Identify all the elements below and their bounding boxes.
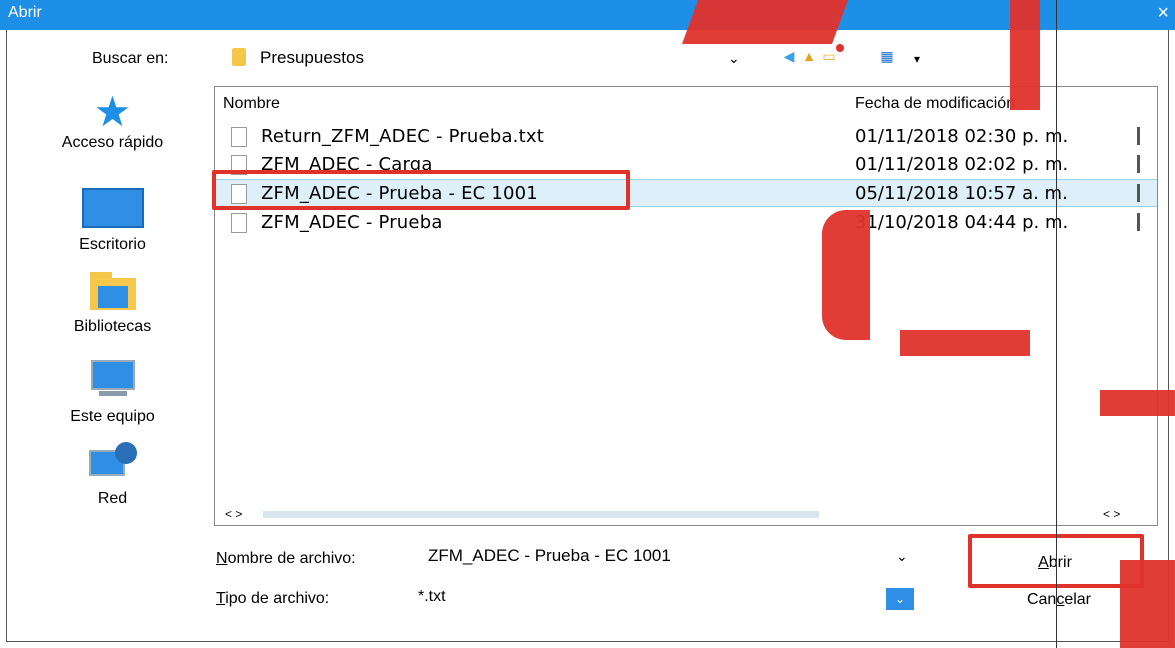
chevron-down-icon[interactable]: ⌄ (728, 50, 740, 67)
title-bar: Abrir × (0, 0, 1175, 30)
place-libraries[interactable]: Bibliotecas (30, 272, 195, 336)
view-menu-arrow-icon[interactable]: ▾ (914, 52, 920, 66)
file-date: 01/11/2018 02:02 p. m. (855, 154, 1069, 175)
lookin-label: Buscar en: (92, 50, 169, 67)
file-date: 05/11/2018 10:57 a. m. (855, 183, 1068, 204)
file-list[interactable]: Nombre Fecha de modificación Return_ZFM_… (214, 86, 1158, 526)
place-network[interactable]: Red (30, 442, 195, 508)
watermark-stroke (900, 330, 1030, 356)
file-icon (231, 127, 247, 147)
libraries-icon (89, 272, 136, 310)
column-header-date[interactable]: Fecha de modificación (855, 95, 1015, 113)
place-label: Bibliotecas (73, 318, 152, 335)
file-name: ZFM_ADEC - Prueba (261, 212, 443, 233)
place-label: Este equipo (70, 408, 155, 425)
file-icon (231, 213, 247, 233)
computer-icon (90, 360, 135, 396)
filetype-dropdown-icon[interactable]: ⌄ (886, 588, 914, 610)
chevron-down-icon[interactable]: ⌄ (896, 548, 908, 565)
table-row[interactable]: ZFM_ADEC - Prueba 31/10/2018 04:44 p. m. (215, 209, 1157, 237)
scroll-thumb[interactable] (263, 511, 819, 518)
window-title: Abrir (8, 4, 42, 21)
desktop-icon (81, 188, 144, 228)
column-cut-marker (1137, 213, 1140, 231)
filetype-select[interactable]: *.txt (418, 588, 446, 606)
place-label: Acceso rápido (61, 134, 164, 151)
star-icon: ★ (93, 88, 132, 135)
column-cut-marker (1137, 155, 1140, 173)
watermark-stroke (822, 210, 870, 340)
place-quick-access[interactable]: ★ Acceso rápido (30, 90, 195, 152)
close-icon[interactable]: × (1157, 2, 1169, 24)
place-desktop[interactable]: Escritorio (30, 188, 195, 254)
file-date: 31/10/2018 04:44 p. m. (855, 212, 1069, 233)
new-folder-badge-icon (836, 44, 844, 52)
horizontal-scrollbar[interactable]: < > < > (215, 505, 1157, 525)
watermark-stroke (681, 0, 849, 44)
column-cut-marker (1137, 184, 1140, 202)
lookin-select[interactable]: Presupuestos (260, 48, 364, 68)
watermark-stroke (1010, 0, 1040, 110)
watermark-stroke (1100, 390, 1175, 416)
folder-icon (232, 48, 246, 66)
network-icon (88, 442, 137, 480)
overlay-line (1056, 0, 1057, 648)
column-header-name[interactable]: Nombre (223, 95, 280, 113)
place-label: Red (97, 490, 128, 507)
up-folder-icon[interactable]: ▲ (800, 47, 818, 65)
place-this-pc[interactable]: Este equipo (30, 360, 195, 426)
watermark-stroke (1120, 560, 1175, 648)
view-menu-icon[interactable]: ▦ (878, 47, 896, 65)
place-label: Escritorio (79, 236, 146, 253)
column-cut-marker (1137, 127, 1140, 145)
cancel-button[interactable]: Cancelar (984, 586, 1134, 614)
scroll-left-icon[interactable]: < > (225, 507, 242, 521)
scroll-right-icon[interactable]: < > (1103, 507, 1120, 521)
back-arrow-icon[interactable]: ◀ (780, 47, 798, 65)
filename-input[interactable]: ZFM_ADEC - Prueba - EC 1001 (428, 546, 671, 566)
filetype-label: Tipo de archivo: (216, 590, 330, 607)
table-row[interactable]: Return_ZFM_ADEC - Prueba.txt 01/11/2018 … (215, 123, 1157, 151)
new-folder-icon[interactable]: ▭ (820, 47, 838, 65)
file-name: Return_ZFM_ADEC - Prueba.txt (261, 126, 544, 147)
filename-label: Nombre de archivo: (216, 550, 356, 567)
annotation-highlight-file (212, 170, 630, 210)
file-date: 01/11/2018 02:30 p. m. (855, 126, 1069, 147)
